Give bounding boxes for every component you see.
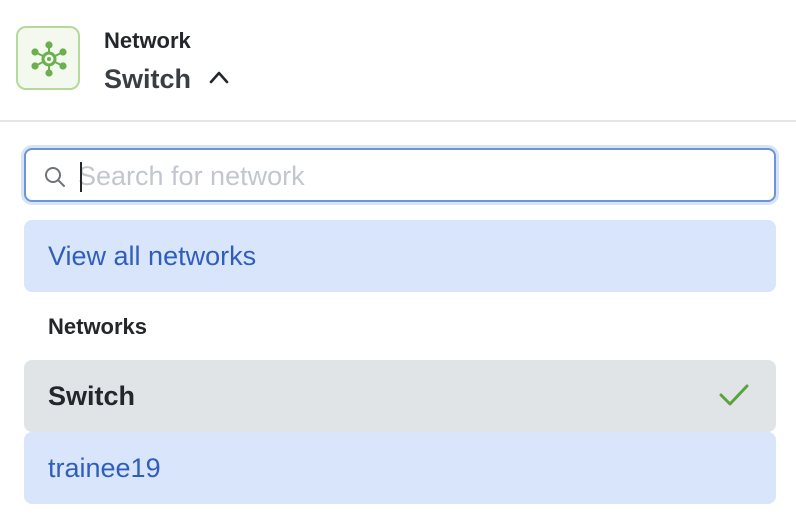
- text-cursor: [80, 162, 82, 192]
- network-hub-icon: [31, 41, 67, 77]
- search-icon: [44, 166, 66, 193]
- networks-section-heading: Networks: [48, 314, 148, 339]
- network-switcher-header: Network Switch: [0, 0, 796, 122]
- network-item-switch[interactable]: Switch: [24, 360, 776, 432]
- network-label: Network: [104, 28, 191, 53]
- chevron-up-icon: [209, 70, 229, 89]
- network-item-label: trainee19: [48, 452, 161, 483]
- view-all-networks-button[interactable]: View all networks: [24, 220, 776, 292]
- network-search-box[interactable]: [24, 148, 776, 202]
- check-icon: [718, 382, 750, 415]
- search-input[interactable]: [78, 156, 758, 196]
- network-logo: [16, 26, 80, 90]
- network-dropdown-toggle[interactable]: Switch: [104, 60, 229, 98]
- network-item-label: Switch: [48, 380, 136, 411]
- current-network-name: Switch: [104, 63, 192, 94]
- network-item-trainee19[interactable]: trainee19: [24, 432, 776, 504]
